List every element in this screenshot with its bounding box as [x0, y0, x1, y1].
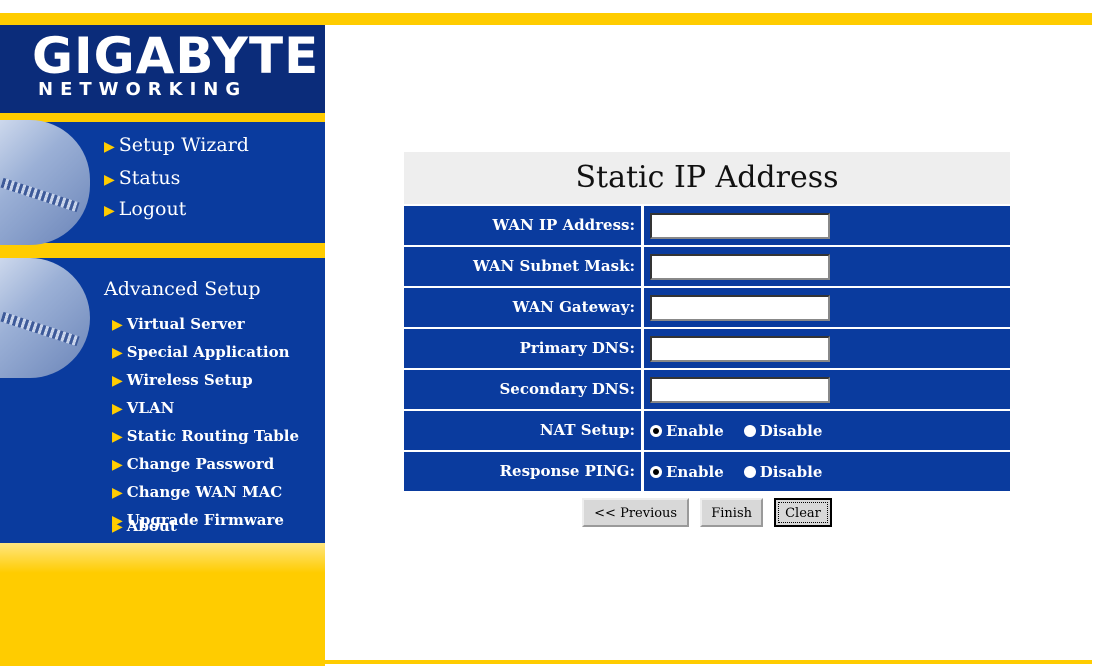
- field-label: Response PING:: [404, 452, 644, 491]
- ping-enable-radio[interactable]: Enable: [650, 463, 724, 481]
- radio-label: Enable: [666, 421, 724, 440]
- logo: GIGABYTE NETWORKING: [0, 25, 325, 113]
- arrow-right-icon: ▶: [112, 401, 123, 417]
- page-title: Static IP Address: [404, 152, 1010, 204]
- adv-item-about[interactable]: ▶ About: [112, 517, 177, 535]
- adv-item-label: Static Routing Table: [126, 427, 300, 445]
- radio-unselected-icon: [743, 424, 756, 437]
- static-ip-form: Static IP Address WAN IP Address: WAN Su…: [404, 152, 1010, 527]
- adv-item-virtual-server[interactable]: ▶ Virtual Server: [112, 315, 245, 333]
- secondary-dns-input[interactable]: [650, 376, 830, 403]
- bottom-accent-bar: [325, 660, 1092, 664]
- main-nav: ▶ Setup Wizard ▶ Status ▶ Logout: [0, 120, 325, 245]
- form-row-secondary-dns: Secondary DNS:: [404, 370, 1010, 409]
- finish-button[interactable]: Finish: [700, 498, 763, 527]
- primary-dns-input[interactable]: [650, 335, 830, 362]
- arrow-right-icon: ▶: [104, 139, 115, 155]
- adv-item-label: Special Application: [126, 343, 290, 361]
- nav-item-label: Setup Wizard: [118, 134, 249, 156]
- field-label: WAN IP Address:: [404, 206, 644, 245]
- adv-item-static-routing-table[interactable]: ▶ Static Routing Table: [112, 427, 299, 445]
- logo-sub-text: NETWORKING: [38, 79, 248, 100]
- arrow-right-icon: ▶: [112, 457, 123, 473]
- nav-item-logout[interactable]: ▶ Logout: [104, 198, 186, 220]
- adv-item-special-application[interactable]: ▶ Special Application: [112, 343, 290, 361]
- nat-disable-radio[interactable]: Disable: [743, 421, 823, 440]
- arrow-right-icon: ▶: [112, 317, 123, 333]
- arrow-right-icon: ▶: [112, 485, 123, 501]
- sidebar-glow-strip: [0, 543, 325, 573]
- field-label: WAN Subnet Mask:: [404, 247, 644, 286]
- adv-item-label: Virtual Server: [126, 315, 245, 333]
- router-image: [0, 258, 90, 378]
- nav-item-status[interactable]: ▶ Status: [104, 167, 180, 189]
- nav-item-setup-wizard[interactable]: ▶ Setup Wizard: [104, 134, 249, 156]
- form-buttons: << Previous Finish Clear: [404, 498, 1010, 527]
- field-label: NAT Setup:: [404, 411, 644, 450]
- router-image: [0, 120, 90, 245]
- arrow-right-icon: ▶: [104, 203, 115, 219]
- radio-label: Disable: [759, 421, 823, 440]
- ping-disable-radio[interactable]: Disable: [743, 462, 823, 481]
- adv-item-vlan[interactable]: ▶ VLAN: [112, 399, 174, 417]
- form-row-nat-setup: NAT Setup: Enable Disable: [404, 411, 1010, 450]
- form-row-wan-subnet: WAN Subnet Mask:: [404, 247, 1010, 286]
- nav-item-label: Logout: [118, 198, 187, 220]
- previous-button[interactable]: << Previous: [582, 498, 690, 527]
- clear-button[interactable]: Clear: [774, 498, 832, 527]
- logo-main-text: GIGABYTE: [32, 27, 320, 85]
- radio-label: Enable: [666, 462, 724, 481]
- sidebar: GIGABYTE NETWORKING ▶ Setup Wizard ▶ Statu…: [0, 25, 325, 666]
- wan-ip-input[interactable]: [650, 212, 830, 239]
- arrow-right-icon: ▶: [112, 373, 123, 389]
- form-row-response-ping: Response PING: Enable Disable: [404, 452, 1010, 491]
- wan-subnet-mask-input[interactable]: [650, 253, 830, 280]
- nav-item-label: Status: [118, 167, 181, 189]
- adv-item-change-wan-mac[interactable]: ▶ Change WAN MAC: [112, 483, 282, 501]
- adv-item-label: VLAN: [126, 399, 175, 417]
- nat-enable-radio[interactable]: Enable: [650, 422, 724, 440]
- adv-item-change-password[interactable]: ▶ Change Password: [112, 455, 274, 473]
- radio-selected-icon: [650, 465, 662, 478]
- advanced-setup-heading: Advanced Setup: [104, 278, 261, 300]
- field-label: Primary DNS:: [404, 329, 644, 368]
- arrow-right-icon: ▶: [112, 519, 123, 535]
- form-row-wan-gateway: WAN Gateway:: [404, 288, 1010, 327]
- adv-item-label: Change Password: [126, 455, 275, 473]
- field-label: WAN Gateway:: [404, 288, 644, 327]
- arrow-right-icon: ▶: [112, 345, 123, 361]
- field-label: Secondary DNS:: [404, 370, 644, 409]
- radio-selected-icon: [650, 424, 662, 437]
- advanced-nav: Advanced Setup ▶ Virtual Server ▶ Special …: [0, 258, 325, 543]
- wan-gateway-input[interactable]: [650, 294, 830, 321]
- form-row-primary-dns: Primary DNS:: [404, 329, 1010, 368]
- arrow-right-icon: ▶: [104, 172, 115, 188]
- adv-item-wireless-setup[interactable]: ▶ Wireless Setup: [112, 371, 253, 389]
- adv-item-label: Change WAN MAC: [126, 483, 283, 501]
- adv-item-label: About: [126, 517, 177, 535]
- radio-label: Disable: [759, 462, 823, 481]
- top-accent-bar: [0, 13, 1092, 25]
- arrow-right-icon: ▶: [112, 429, 123, 445]
- radio-unselected-icon: [743, 465, 756, 478]
- form-row-wan-ip: WAN IP Address:: [404, 206, 1010, 245]
- adv-item-label: Wireless Setup: [126, 371, 253, 389]
